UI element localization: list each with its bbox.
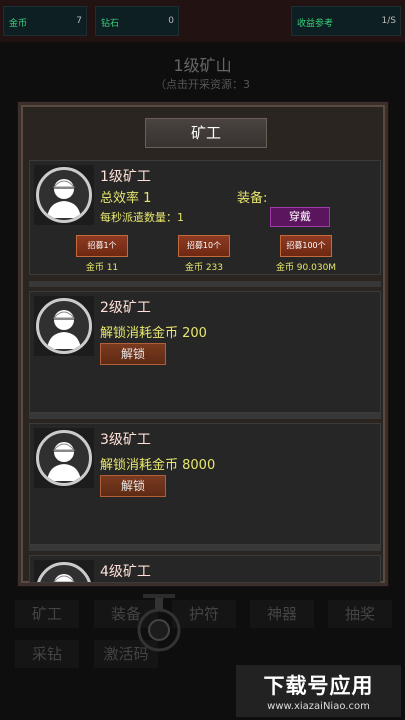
- unlock-button[interactable]: 解锁: [100, 475, 166, 497]
- site-watermark: 下载号应用 www.xiazaiNiao.com: [236, 665, 401, 717]
- nav-miner-button[interactable]: 矿工: [15, 600, 79, 628]
- miner-portrait-icon: [47, 310, 81, 349]
- worker-card-4: 4级矿工: [29, 555, 381, 583]
- worker-card-3: 3级矿工 解锁消耗金币 8000 解锁: [29, 423, 381, 545]
- divider: [29, 281, 381, 287]
- hire-10-button[interactable]: 招募10个: [178, 235, 230, 257]
- panel-title: 矿工: [145, 118, 267, 148]
- hire-100-price: 金币 90.030M: [275, 263, 337, 273]
- worker-name: 1级矿工: [100, 169, 151, 185]
- worker-name: 4级矿工: [100, 564, 151, 580]
- income-stat: 收益参考 1/S: [291, 6, 401, 36]
- unlock-cost: 解锁消耗金币 8000: [100, 458, 216, 473]
- mine-subtitle[interactable]: （点击开采资源：3: [0, 76, 405, 92]
- miner-portrait-icon: [53, 574, 75, 582]
- worker-card-2: 2级矿工 解锁消耗金币 200 解锁: [29, 291, 381, 413]
- worker-dispatch: 每秒派遣数量：1: [100, 211, 184, 224]
- watermark-title: 下载号应用: [263, 674, 374, 698]
- gold-stat: 金币 7: [3, 6, 87, 36]
- top-stats-bar: 金币 7 钻石 0 收益参考 1/S: [0, 0, 405, 42]
- worker-name: 3级矿工: [100, 432, 151, 448]
- worker-efficiency: 总效率 1: [100, 191, 152, 206]
- hire-1-button[interactable]: 招募1个: [76, 235, 128, 257]
- hire-1-price: 金币 11: [85, 263, 119, 273]
- watermark-url: www.xiazaiNiao.com: [267, 701, 370, 712]
- miner-portrait-icon: [47, 179, 81, 218]
- gold-value: 7: [76, 16, 82, 26]
- income-label: 收益参考: [297, 19, 334, 29]
- diamond-label: 钻石: [101, 19, 120, 29]
- worker-avatar: [34, 428, 94, 488]
- worker-avatar: [34, 165, 94, 225]
- diamond-stat: 钻石 0: [95, 6, 179, 36]
- hire-100-button[interactable]: 招募100个: [280, 235, 332, 257]
- equip-label: 装备:: [237, 191, 268, 206]
- divider: [29, 413, 381, 419]
- hire-10-price: 金币 233: [184, 263, 224, 273]
- nav-mine-diamond-button[interactable]: 采钻: [15, 640, 79, 668]
- worker-card-1: 1级矿工 总效率 1 每秒派遣数量：1 装备: 穿戴 招募1个 金币 11 招募…: [29, 160, 381, 275]
- miner-portrait-icon: [47, 442, 81, 481]
- worker-avatar: [34, 296, 94, 356]
- nav-lottery-button[interactable]: 抽奖: [328, 600, 392, 628]
- diamond-value: 0: [168, 16, 174, 26]
- miner-panel: 矿工 1级矿工 总效率 1 每秒派遣数量：1 装备: 穿戴 招募1个 金币 11…: [18, 102, 388, 586]
- gold-label: 金币: [9, 19, 28, 29]
- worker-avatar: [34, 560, 94, 582]
- mine-title: 1级矿山: [173, 56, 232, 75]
- unlock-button[interactable]: 解锁: [100, 343, 166, 365]
- income-value: 1/S: [381, 16, 396, 26]
- unlock-cost: 解锁消耗金币 200: [100, 326, 207, 341]
- worker-name: 2级矿工: [100, 300, 151, 316]
- nav-artifact-button[interactable]: 神器: [250, 600, 314, 628]
- divider: [29, 545, 381, 551]
- equip-wear-button[interactable]: 穿戴: [270, 207, 330, 227]
- miner-gear-icon: [137, 594, 181, 652]
